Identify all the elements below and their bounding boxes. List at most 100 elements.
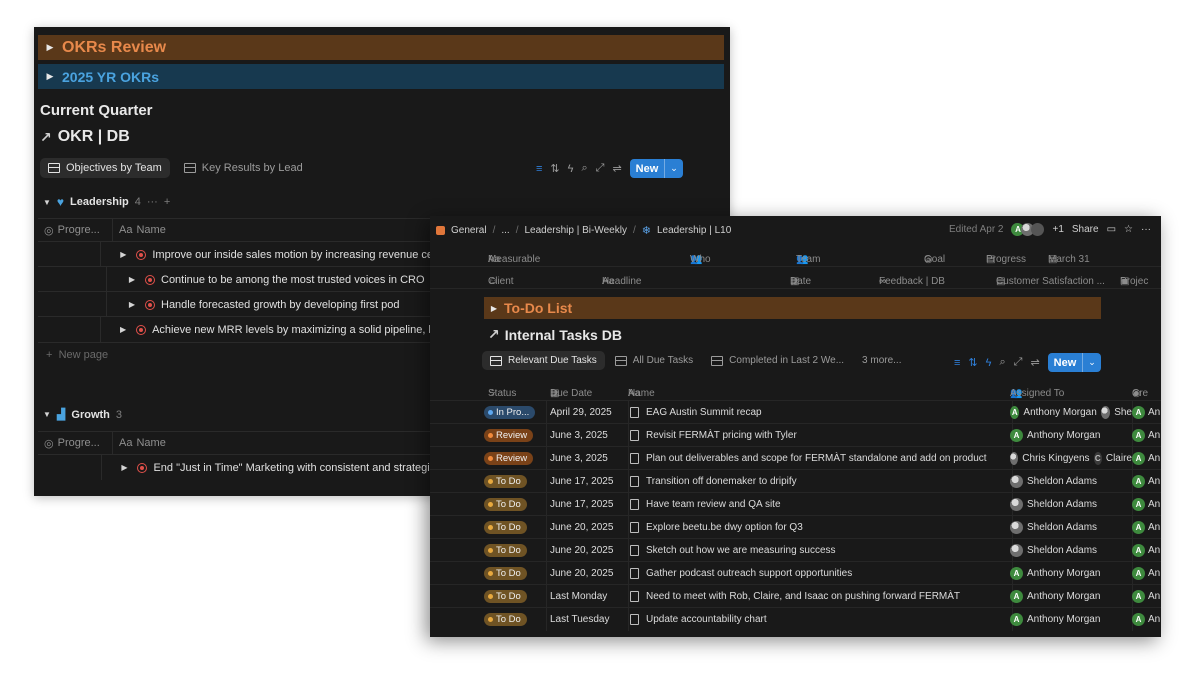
due-date-cell[interactable]: June 20, 2025 xyxy=(546,516,629,539)
due-date-cell[interactable]: June 20, 2025 xyxy=(546,562,629,585)
table-row[interactable]: To Do Last Monday Need to meet with Rob, C… xyxy=(430,584,1161,608)
task-name[interactable]: Explore beetu.be dwy option for Q3 xyxy=(646,522,803,533)
task-name[interactable]: Sketch out how we are measuring success xyxy=(646,545,836,556)
filter-icon[interactable]: ≡ xyxy=(954,357,960,369)
column-progress[interactable]: ◎ Progre... xyxy=(38,219,113,241)
due-date-cell[interactable]: June 20, 2025 xyxy=(546,539,629,562)
status-badge[interactable]: In Pro... xyxy=(484,406,536,419)
table-row[interactable]: ▶ Continue to be among the most trusted … xyxy=(38,266,430,292)
assigned-to-cell[interactable]: A Anthony Morgan She xyxy=(1006,401,1133,424)
tab-relevant-due-tasks[interactable]: Relevant Due Tasks xyxy=(482,351,605,370)
task-name-cell[interactable]: Plan out deliverables and scope for FERM… xyxy=(624,447,1013,470)
assigned-to-cell[interactable]: A Anthony Morgan xyxy=(1006,562,1133,585)
status-badge[interactable]: To Do xyxy=(484,521,527,534)
new-page-button[interactable]: + New page xyxy=(46,349,108,361)
chevron-down-icon[interactable]: ⌄ xyxy=(664,159,683,178)
expand-triangle-icon[interactable]: ▶ xyxy=(101,325,126,334)
task-name-cell[interactable]: Need to meet with Rob, Claire, and Isaac… xyxy=(624,585,1013,608)
assigned-to-cell[interactable]: A Anthony Morgan xyxy=(1006,585,1133,608)
column-name[interactable]: Aa Name xyxy=(113,437,166,449)
task-name[interactable]: Transition off donemaker to dripify xyxy=(646,476,797,487)
created-by-cell[interactable]: A An xyxy=(1128,447,1161,470)
tab-all-due-tasks[interactable]: All Due Tasks xyxy=(607,351,701,370)
progress-cell[interactable] xyxy=(38,317,101,342)
task-name-cell[interactable]: Sketch out how we are measuring success xyxy=(624,539,1013,562)
more-options-icon[interactable]: ··· xyxy=(147,196,158,208)
status-badge[interactable]: Review xyxy=(484,452,534,465)
status-cell[interactable]: To Do xyxy=(484,608,547,631)
tab-key-results-by-lead[interactable]: Key Results by Lead xyxy=(176,158,311,178)
due-date-cell[interactable]: Last Tuesday xyxy=(546,608,629,631)
more-options-icon[interactable]: ··· xyxy=(1141,224,1151,235)
table-row[interactable]: To Do Last Tuesday Update accountability c… xyxy=(430,607,1161,631)
table-row[interactable]: To Do June 17, 2025 Have team review and Q… xyxy=(430,492,1161,516)
status-cell[interactable]: To Do xyxy=(484,516,547,539)
created-by-cell[interactable]: A An xyxy=(1128,424,1161,447)
table-row[interactable]: Review June 3, 2025 Plan out deliverables … xyxy=(430,446,1161,470)
table-row[interactable]: Review June 3, 2025 Revisit FERMÀT pricing… xyxy=(430,423,1161,447)
due-date-cell[interactable]: Last Monday xyxy=(546,585,629,608)
task-name[interactable]: Have team review and QA site xyxy=(646,499,781,510)
star-icon[interactable]: ☆ xyxy=(1124,224,1133,235)
filter-icon[interactable]: ≡ xyxy=(536,163,542,175)
status-cell[interactable]: To Do xyxy=(484,562,547,585)
status-cell[interactable]: In Pro... xyxy=(484,401,547,424)
status-cell[interactable]: To Do xyxy=(484,493,547,516)
table-row[interactable]: ▶ Improve our inside sales motion by inc… xyxy=(38,241,430,267)
due-date-cell[interactable]: June 3, 2025 xyxy=(546,447,629,470)
task-name[interactable]: Revisit FERMÀT pricing with Tyler xyxy=(646,430,797,441)
task-name-cell[interactable]: Gather podcast outreach support opportun… xyxy=(624,562,1013,585)
assigned-to-cell[interactable]: Sheldon Adams xyxy=(1006,470,1133,493)
expand-triangle-icon[interactable]: ▶ xyxy=(107,275,135,284)
assigned-to-cell[interactable]: Sheldon Adams xyxy=(1006,493,1133,516)
task-name[interactable]: Need to meet with Rob, Claire, and Isaac… xyxy=(646,591,960,602)
settings-icon[interactable]: ⇌ xyxy=(1030,356,1039,369)
status-badge[interactable]: To Do xyxy=(484,567,527,580)
due-date-cell[interactable]: June 17, 2025 xyxy=(546,470,629,493)
assigned-to-cell[interactable]: Sheldon Adams xyxy=(1006,516,1133,539)
table-row[interactable]: To Do June 17, 2025 Transition off donemak… xyxy=(430,469,1161,493)
expand-triangle-icon[interactable]: ▶ xyxy=(101,250,126,259)
assigned-to-cell[interactable]: A Anthony Morgan xyxy=(1006,608,1133,631)
status-badge[interactable]: To Do xyxy=(484,613,527,626)
status-badge[interactable]: Review xyxy=(484,429,534,442)
created-by-cell[interactable]: A An xyxy=(1128,493,1161,516)
status-cell[interactable]: To Do xyxy=(484,470,547,493)
objective-name[interactable]: Handle forecasted growth by developing f… xyxy=(161,299,399,311)
table-row[interactable]: ▶ Achieve new MRR levels by maximizing a… xyxy=(38,316,430,343)
due-date-cell[interactable]: June 17, 2025 xyxy=(546,493,629,516)
created-by-cell[interactable]: A An xyxy=(1128,516,1161,539)
assigned-to-cell[interactable]: Chris Kingyens C Claire xyxy=(1006,447,1133,470)
collaborator-avatars[interactable]: A xyxy=(1011,223,1045,236)
table-row[interactable]: To Do June 20, 2025 Gather podcast outreac… xyxy=(430,561,1161,585)
objective-name[interactable]: Improve our inside sales motion by incre… xyxy=(152,249,430,261)
status-badge[interactable]: To Do xyxy=(484,590,527,603)
breadcrumb-ellipsis[interactable]: ... xyxy=(501,225,509,236)
yr-okrs-toggle[interactable]: ▶ 2025 YR OKRs xyxy=(38,64,724,89)
table-row[interactable]: In Pro... April 29, 2025 EAG Austin Summit… xyxy=(430,400,1161,424)
created-by-cell[interactable]: A An xyxy=(1128,562,1161,585)
expand-triangle-icon[interactable]: ▶ xyxy=(102,463,127,472)
task-name[interactable]: Plan out deliverables and scope for FERM… xyxy=(646,453,987,464)
status-cell[interactable]: To Do xyxy=(484,539,547,562)
tab-completed-last-2-weeks[interactable]: Completed in Last 2 We... xyxy=(703,351,852,370)
okrs-review-toggle[interactable]: ▶ OKRs Review xyxy=(38,35,724,60)
new-button[interactable]: New ⌄ xyxy=(629,159,683,178)
todo-list-toggle[interactable]: ▶ To-Do List xyxy=(484,297,1101,319)
comment-icon[interactable]: ▭ xyxy=(1107,224,1116,235)
share-button[interactable]: Share xyxy=(1072,224,1099,235)
collapse-triangle-icon[interactable]: ▼ xyxy=(43,198,51,207)
settings-icon[interactable]: ⇌ xyxy=(612,162,621,175)
created-by-cell[interactable]: A An xyxy=(1128,401,1161,424)
assigned-to-cell[interactable]: A Anthony Morgan xyxy=(1006,424,1133,447)
task-name[interactable]: Gather podcast outreach support opportun… xyxy=(646,568,852,579)
column-progress[interactable]: ◎ Progre... xyxy=(38,432,113,454)
table-row[interactable]: ▶ Handle forecasted growth by developing… xyxy=(38,291,430,317)
progress-cell[interactable] xyxy=(38,242,101,267)
search-icon[interactable]: ⌕ xyxy=(999,356,1005,369)
status-cell[interactable]: To Do xyxy=(484,585,547,608)
objective-name[interactable]: Continue to be among the most trusted vo… xyxy=(161,274,425,286)
extra-collaborators-count[interactable]: +1 xyxy=(1052,224,1063,235)
status-cell[interactable]: Review xyxy=(484,447,547,470)
task-name-cell[interactable]: Transition off donemaker to dripify xyxy=(624,470,1013,493)
